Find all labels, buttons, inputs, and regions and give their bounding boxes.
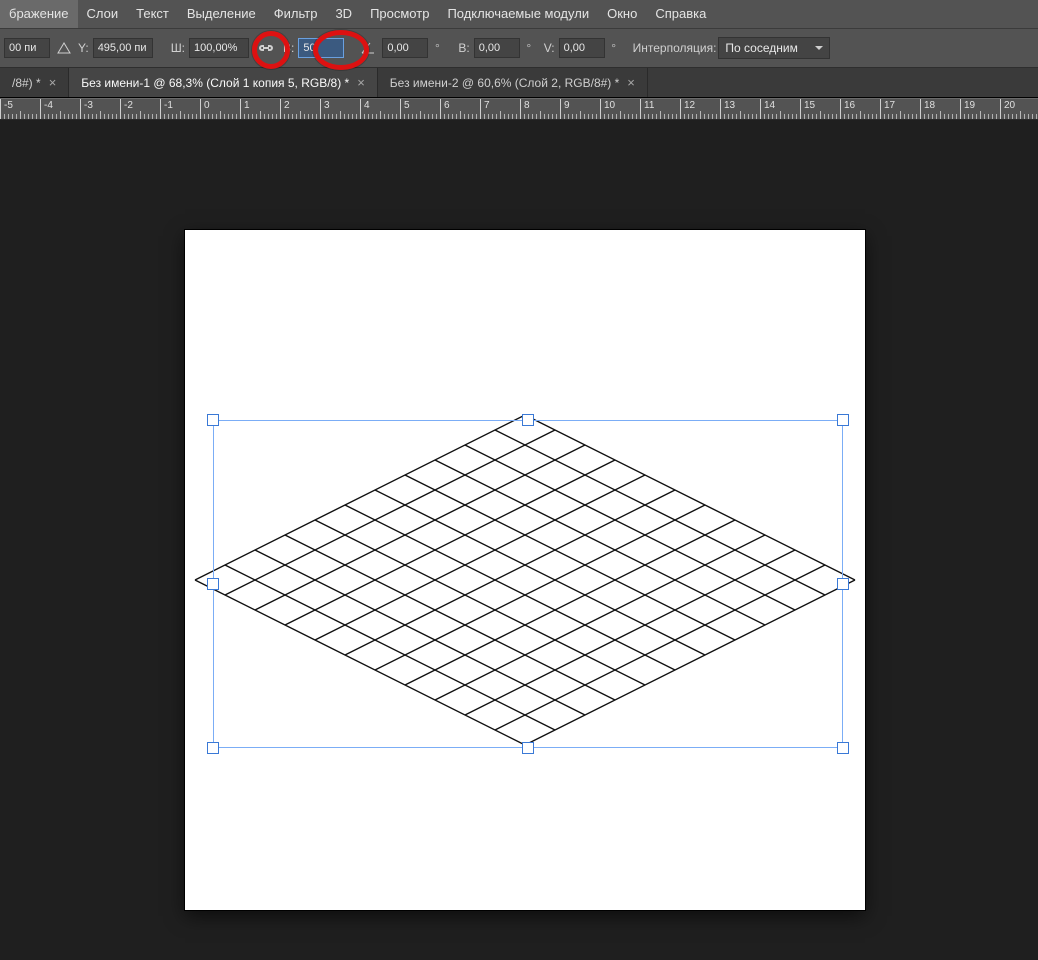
menu-help[interactable]: Справка [646, 0, 715, 28]
skew-h-label: В: [458, 41, 469, 55]
menu-plugins[interactable]: Подключаемые модули [438, 0, 598, 28]
tab-label: Без имени-2 @ 60,6% (Слой 2, RGB/8#) * [390, 76, 620, 90]
horizontal-ruler[interactable]: -5-4-3-2-1012345678910111213141516171819… [0, 98, 1038, 120]
interp-dropdown[interactable]: По соседним [718, 37, 830, 59]
transform-handle[interactable] [522, 742, 534, 754]
transform-handle[interactable] [207, 742, 219, 754]
transform-handle[interactable] [837, 414, 849, 426]
transform-handle[interactable] [837, 578, 849, 590]
rotate-icon [360, 40, 376, 56]
rotate-unit: ° [432, 41, 442, 55]
menu-image[interactable]: бражение [0, 0, 78, 28]
work-area[interactable] [0, 120, 1038, 960]
skew-v-label: V: [544, 41, 555, 55]
menu-view[interactable]: Просмотр [361, 0, 438, 28]
aspect-lock-icon[interactable] [255, 39, 277, 57]
tab-label: /8#) * [12, 76, 41, 90]
menu-layers[interactable]: Слои [78, 0, 128, 28]
transform-handle[interactable] [207, 578, 219, 590]
x-input[interactable] [4, 38, 50, 58]
close-icon[interactable]: × [357, 76, 365, 89]
menu-3d[interactable]: 3D [326, 0, 361, 28]
y-label: Y: [78, 41, 89, 55]
menu-select[interactable]: Выделение [178, 0, 265, 28]
skew-h-unit: ° [524, 41, 534, 55]
reference-point-icon[interactable] [56, 40, 72, 56]
interp-label: Интерполяция: [633, 41, 717, 55]
grid-artwork [185, 230, 865, 910]
menu-window[interactable]: Окно [598, 0, 646, 28]
transform-handle[interactable] [837, 742, 849, 754]
height-label: В: [283, 41, 294, 55]
skew-v-input[interactable] [559, 38, 605, 58]
transform-handle[interactable] [207, 414, 219, 426]
rotate-input[interactable] [382, 38, 428, 58]
y-input[interactable] [93, 38, 153, 58]
skew-h-input[interactable] [474, 38, 520, 58]
interp-value: По соседним [725, 41, 797, 55]
height-input[interactable] [298, 38, 344, 58]
tab-doc-2[interactable]: Без имени-2 @ 60,6% (Слой 2, RGB/8#) * × [378, 68, 648, 97]
menu-filter[interactable]: Фильтр [265, 0, 327, 28]
canvas[interactable] [185, 230, 865, 910]
skew-v-unit: ° [609, 41, 619, 55]
document-tabs: /8#) * × Без имени-1 @ 68,3% (Слой 1 коп… [0, 68, 1038, 98]
tab-label: Без имени-1 @ 68,3% (Слой 1 копия 5, RGB… [81, 76, 349, 90]
tab-doc-0[interactable]: /8#) * × [0, 68, 69, 97]
menu-text[interactable]: Текст [127, 0, 178, 28]
transform-options-bar: Y: Ш: В: ° В: ° V: ° Интерполяция: По со… [0, 28, 1038, 68]
width-input[interactable] [189, 38, 249, 58]
close-icon[interactable]: × [49, 76, 57, 89]
tab-doc-1[interactable]: Без имени-1 @ 68,3% (Слой 1 копия 5, RGB… [69, 68, 378, 97]
close-icon[interactable]: × [627, 76, 635, 89]
menu-bar: бражение Слои Текст Выделение Фильтр 3D … [0, 0, 1038, 28]
transform-handle[interactable] [522, 414, 534, 426]
width-label: Ш: [171, 41, 185, 55]
